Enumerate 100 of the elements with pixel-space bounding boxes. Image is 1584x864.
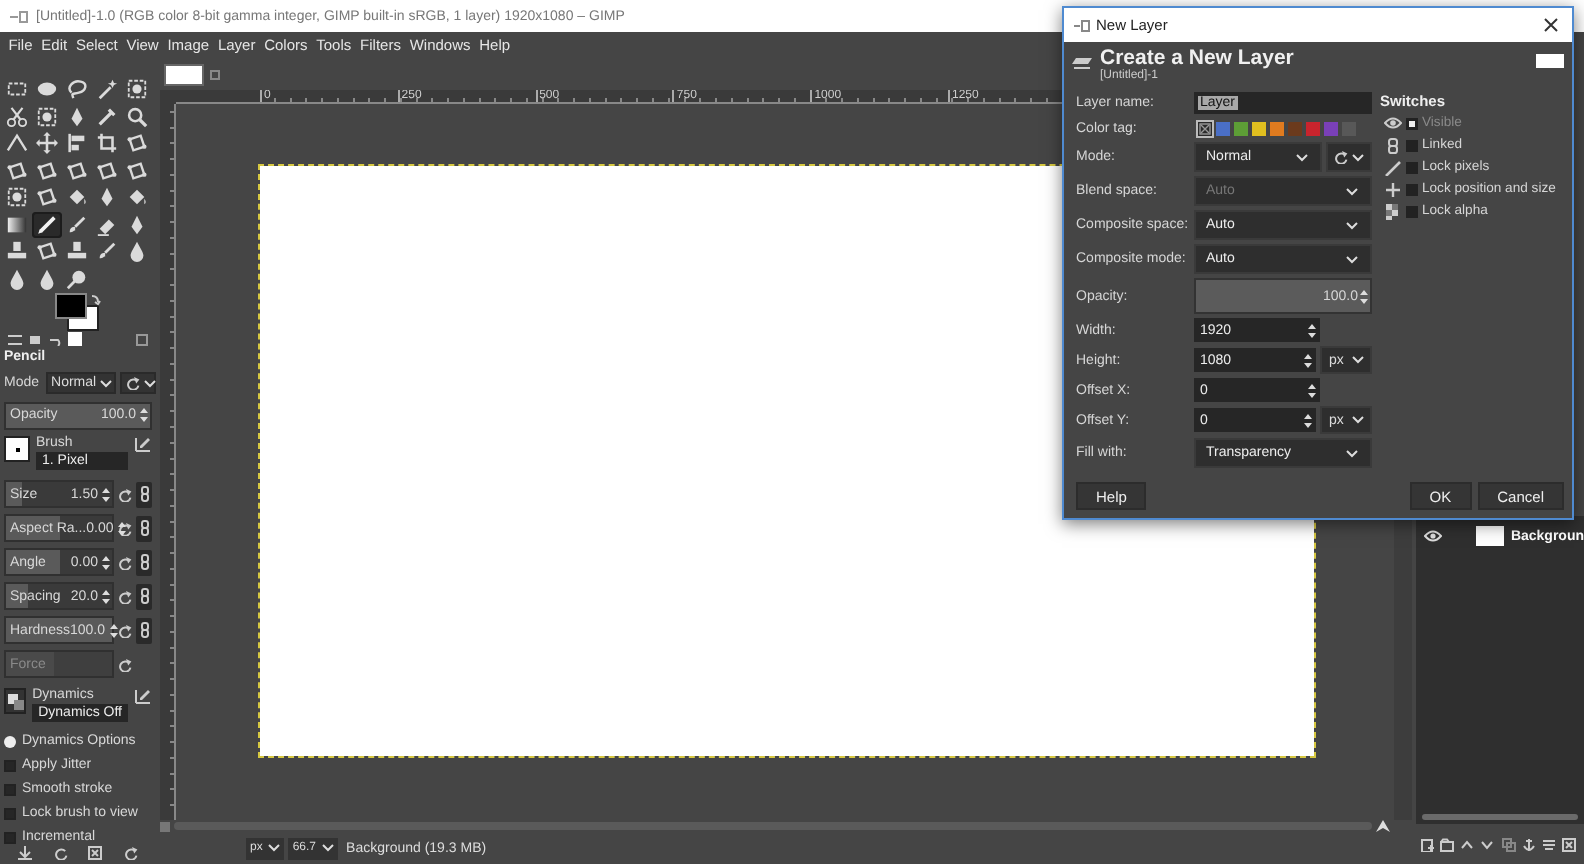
color-swatch[interactable] (1252, 121, 1266, 135)
save-icon[interactable] (18, 846, 33, 860)
spin-arrows-icon (102, 553, 110, 571)
down-icon[interactable] (1480, 837, 1495, 851)
tool-button[interactable] (92, 157, 122, 184)
chevron-icon (1352, 416, 1364, 424)
tool-button[interactable] (2, 184, 32, 211)
link-toggle[interactable] (136, 583, 152, 609)
reset-icon (118, 589, 132, 603)
merge-icon[interactable] (1542, 837, 1557, 851)
tool-button[interactable] (32, 157, 62, 184)
tool-button[interactable] (122, 76, 152, 103)
tool-button[interactable] (122, 130, 152, 157)
checkbox[interactable] (1406, 183, 1418, 195)
reset-icon (125, 376, 140, 390)
close-icon[interactable] (210, 69, 220, 79)
tool-button[interactable] (32, 130, 62, 157)
spin-arrows-icon (1308, 381, 1316, 399)
reset-dropdown[interactable] (119, 372, 156, 394)
spin-arrows-icon (1304, 351, 1313, 369)
folder-icon[interactable] (1439, 837, 1454, 851)
close-button[interactable] (1538, 13, 1562, 37)
checkbox[interactable] (4, 831, 16, 843)
color-swatch[interactable] (1216, 121, 1230, 135)
stamp-icon (66, 240, 88, 263)
checkbox[interactable] (1406, 139, 1418, 151)
zoom-icon (126, 105, 148, 128)
checker-icon (1384, 203, 1402, 219)
tool-button[interactable] (32, 103, 62, 130)
tool-button[interactable] (2, 157, 32, 184)
reset-icon[interactable] (123, 846, 138, 860)
checkbox[interactable] (1406, 161, 1418, 173)
tool-button[interactable] (122, 103, 152, 130)
app-icon (10, 9, 28, 23)
anchor-icon[interactable] (1521, 837, 1536, 851)
sliders-icon[interactable] (8, 333, 22, 345)
chain-icon (139, 588, 149, 604)
color-swatch[interactable] (1288, 121, 1302, 135)
transform-icon (36, 240, 58, 263)
transform-icon (36, 186, 58, 209)
color-swatch[interactable] (1234, 121, 1248, 135)
color-swatch[interactable] (1306, 121, 1320, 135)
brush-preview[interactable] (4, 436, 30, 462)
chevron-icon (1346, 255, 1358, 263)
dynamics-icon (7, 693, 24, 709)
color-swatch[interactable] (1324, 121, 1338, 135)
spin-arrows-icon (109, 621, 117, 639)
magic-wand-icon (96, 78, 118, 101)
vertical-scrollbar[interactable] (1394, 520, 1412, 820)
checkbox[interactable] (4, 807, 16, 819)
tool-button[interactable] (62, 76, 92, 103)
checkbox[interactable] (1406, 205, 1418, 217)
configure-icon[interactable] (136, 333, 148, 345)
chain-icon (139, 520, 149, 536)
grid-toggle-icon[interactable] (160, 821, 170, 831)
link-toggle[interactable] (136, 515, 152, 541)
tool-button[interactable] (122, 157, 152, 184)
window-icon (1074, 19, 1090, 31)
link-toggle[interactable] (136, 481, 152, 507)
reset-dropdown[interactable] (1326, 142, 1372, 172)
dialog-heading: Create a New Layer (1100, 45, 1296, 69)
tool-button[interactable] (2, 103, 32, 130)
align-icon (66, 132, 88, 155)
dynamics-preview[interactable] (4, 688, 27, 714)
tool-button[interactable] (62, 157, 92, 184)
tool-button[interactable] (32, 238, 62, 265)
chevron-icon (268, 844, 281, 852)
image-tab[interactable] (164, 63, 204, 85)
device-icon[interactable] (28, 333, 42, 345)
checkbox[interactable] (4, 759, 16, 771)
link-toggle[interactable] (136, 549, 152, 575)
stamp-icon (6, 240, 28, 263)
drop-icon (126, 240, 148, 263)
new-layer-icon[interactable] (1419, 837, 1434, 851)
navigate-icon[interactable] (1376, 820, 1390, 832)
undo-icon[interactable] (48, 333, 62, 345)
chevron-icon (143, 379, 156, 387)
link-toggle[interactable] (136, 617, 152, 643)
edit-icon (134, 436, 152, 452)
color-swatch[interactable] (1270, 121, 1284, 135)
color-swatches-icon[interactable] (54, 292, 106, 332)
horizontal-scrollbar[interactable] (1422, 814, 1578, 820)
dodge-icon (66, 267, 88, 290)
tool-button[interactable] (32, 184, 62, 211)
checkbox[interactable] (4, 783, 16, 795)
transform-icon (96, 159, 118, 182)
tool-button[interactable] (2, 130, 32, 157)
no-color-swatch[interactable] (1198, 121, 1212, 135)
up-icon[interactable] (1460, 837, 1475, 851)
duplicate-icon[interactable] (1501, 837, 1516, 851)
restore-icon[interactable] (53, 846, 68, 860)
delete-icon[interactable] (88, 846, 103, 860)
color-select-icon (126, 78, 148, 101)
dashed-rectangle-icon (6, 78, 28, 101)
layer-preview (1536, 54, 1564, 68)
tool-button[interactable] (92, 130, 122, 157)
delete-icon[interactable] (1562, 837, 1577, 851)
reset-icon (118, 521, 132, 535)
transform-icon (126, 159, 148, 182)
tool-button[interactable] (32, 211, 62, 238)
